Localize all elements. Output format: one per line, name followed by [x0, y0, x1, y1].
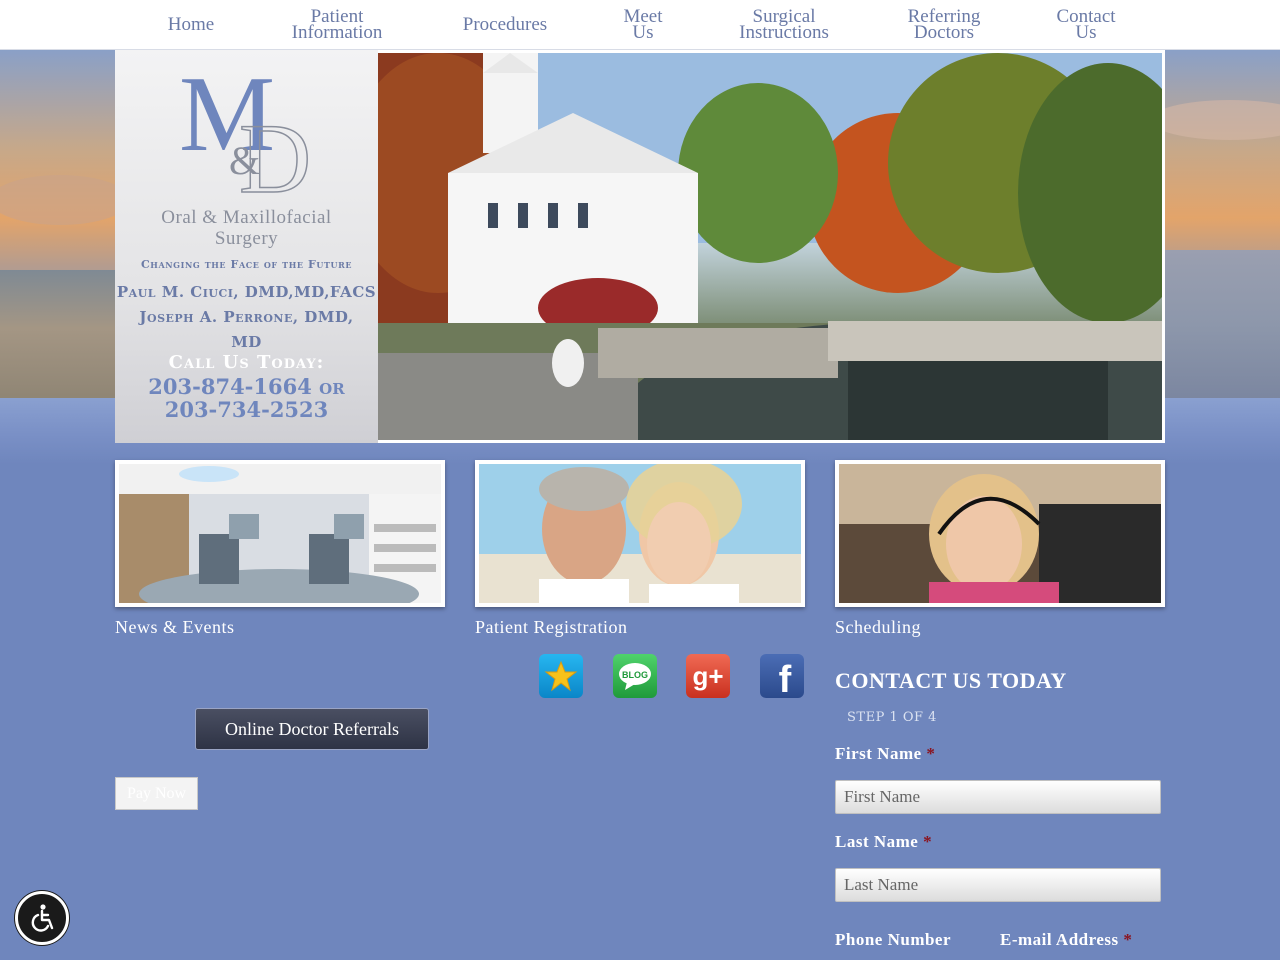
facebook-icon[interactable]: f — [760, 654, 804, 701]
news-events-image[interactable] — [115, 460, 445, 607]
nav-label-line2: Instructions — [739, 22, 829, 43]
nav-contact-us[interactable]: Contact Us — [1056, 0, 1115, 50]
phone-number-1[interactable]: 203-874-1664 or — [115, 375, 378, 398]
svg-text:g+: g+ — [692, 661, 723, 691]
form-step-indicator: STEP 1 OF 4 — [847, 710, 937, 725]
referral-button-label: Online Doctor Referrals — [225, 718, 399, 739]
beach-shore-image — [0, 270, 115, 400]
nav-label-line2: Us — [1075, 22, 1097, 43]
nav-label-line2: Information — [291, 22, 383, 43]
email-label-text: E-mail Address — [1000, 930, 1119, 949]
nav-surgical-instructions[interactable]: Surgical Instructions — [739, 0, 829, 50]
sea-image — [1165, 250, 1280, 400]
dental-office-photo — [119, 464, 441, 603]
nav-home[interactable]: Home — [168, 0, 214, 50]
google-plus-icon[interactable]: g+ — [686, 654, 730, 698]
doctor-name-1: Paul M. Ciuci, DMD,MD,FACS — [116, 283, 377, 301]
svg-text:BLOG: BLOG — [622, 670, 648, 680]
first-name-input[interactable] — [835, 780, 1161, 814]
facebook-glyph: f — [779, 659, 792, 701]
phone-number-2[interactable]: 203-734-2523 — [115, 398, 378, 421]
doctor-name-2: Joseph A. Perrone, DMD, — [139, 308, 354, 326]
star-review-icon[interactable] — [539, 654, 583, 698]
first-name-label-text: First Name — [835, 744, 922, 763]
patient-registration-link[interactable]: Patient Registration — [475, 617, 627, 638]
practice-name-line2: Surgery — [214, 228, 279, 249]
star-icon — [544, 660, 578, 692]
monogram-d: D — [239, 103, 311, 202]
practice-name-line1: Oral & Maxillofacial — [161, 207, 332, 228]
pay-now-label: Pay Now — [126, 784, 187, 802]
call-us-title: Call Us Today: — [168, 352, 325, 373]
email-address-label: E-mail Address * — [1000, 930, 1132, 950]
required-asterisk: * — [926, 744, 936, 763]
nav-procedures-label: Procedures — [462, 14, 548, 35]
phone-number-label: Phone Number — [835, 930, 951, 950]
nav-procedures[interactable]: Procedures — [463, 0, 547, 50]
last-name-label-text: Last Name — [835, 832, 919, 851]
nav-label-line2: Us — [632, 22, 654, 43]
contact-form-title: CONTACT US TODAY — [835, 668, 1067, 693]
nav-label-line2: Doctors — [913, 22, 975, 43]
accessibility-button[interactable] — [15, 891, 69, 945]
first-name-label: First Name * — [835, 744, 935, 764]
last-name-label: Last Name * — [835, 832, 932, 852]
svg-text:f: f — [779, 659, 792, 698]
scheduling-image[interactable] — [835, 460, 1165, 607]
google-plus-glyph: g+ — [692, 661, 723, 691]
practice-logo-panel: M & D Oral & Maxillofacial Surgery Chang… — [115, 50, 378, 443]
nav-home-label: Home — [167, 14, 215, 35]
online-doctor-referrals-button[interactable]: Online Doctor Referrals — [195, 708, 429, 750]
scheduling-link[interactable]: Scheduling — [835, 617, 921, 638]
blog-icon[interactable]: BLOG — [613, 654, 657, 698]
required-asterisk: * — [923, 832, 933, 851]
nav-meet-us[interactable]: Meet Us — [623, 0, 662, 50]
phone-label-text: Phone Number — [835, 930, 952, 949]
required-asterisk: * — [1123, 930, 1133, 949]
pay-now-button[interactable]: Pay Now — [115, 777, 198, 810]
receptionist-headset-photo — [839, 464, 1161, 603]
phone-numbers: 203-874-1664 or 203-734-2523 — [115, 375, 378, 421]
md-monogram-logo: M & D — [179, 62, 312, 202]
wheelchair-icon — [31, 904, 54, 932]
last-name-input[interactable] — [835, 868, 1161, 902]
practice-name: Oral & Maxillofacial Surgery — [115, 207, 378, 249]
smiling-couple-photo — [479, 464, 801, 603]
church-autumn-scene — [378, 53, 1162, 440]
doctor-names: Paul M. Ciuci, DMD,MD,FACS Joseph A. Per… — [115, 280, 378, 355]
blog-bubble-icon: BLOG — [619, 663, 651, 690]
patient-registration-image[interactable] — [475, 460, 805, 607]
top-navigation: Home Patient Information Procedures Meet… — [0, 0, 1280, 50]
hero-image-church-lake — [378, 50, 1165, 443]
nav-referring-doctors[interactable]: Referring Doctors — [908, 0, 981, 50]
news-events-link[interactable]: News & Events — [115, 617, 234, 638]
nav-patient-information[interactable]: Patient Information — [292, 0, 383, 50]
practice-tagline: Changing the Face of the Future — [140, 258, 353, 271]
